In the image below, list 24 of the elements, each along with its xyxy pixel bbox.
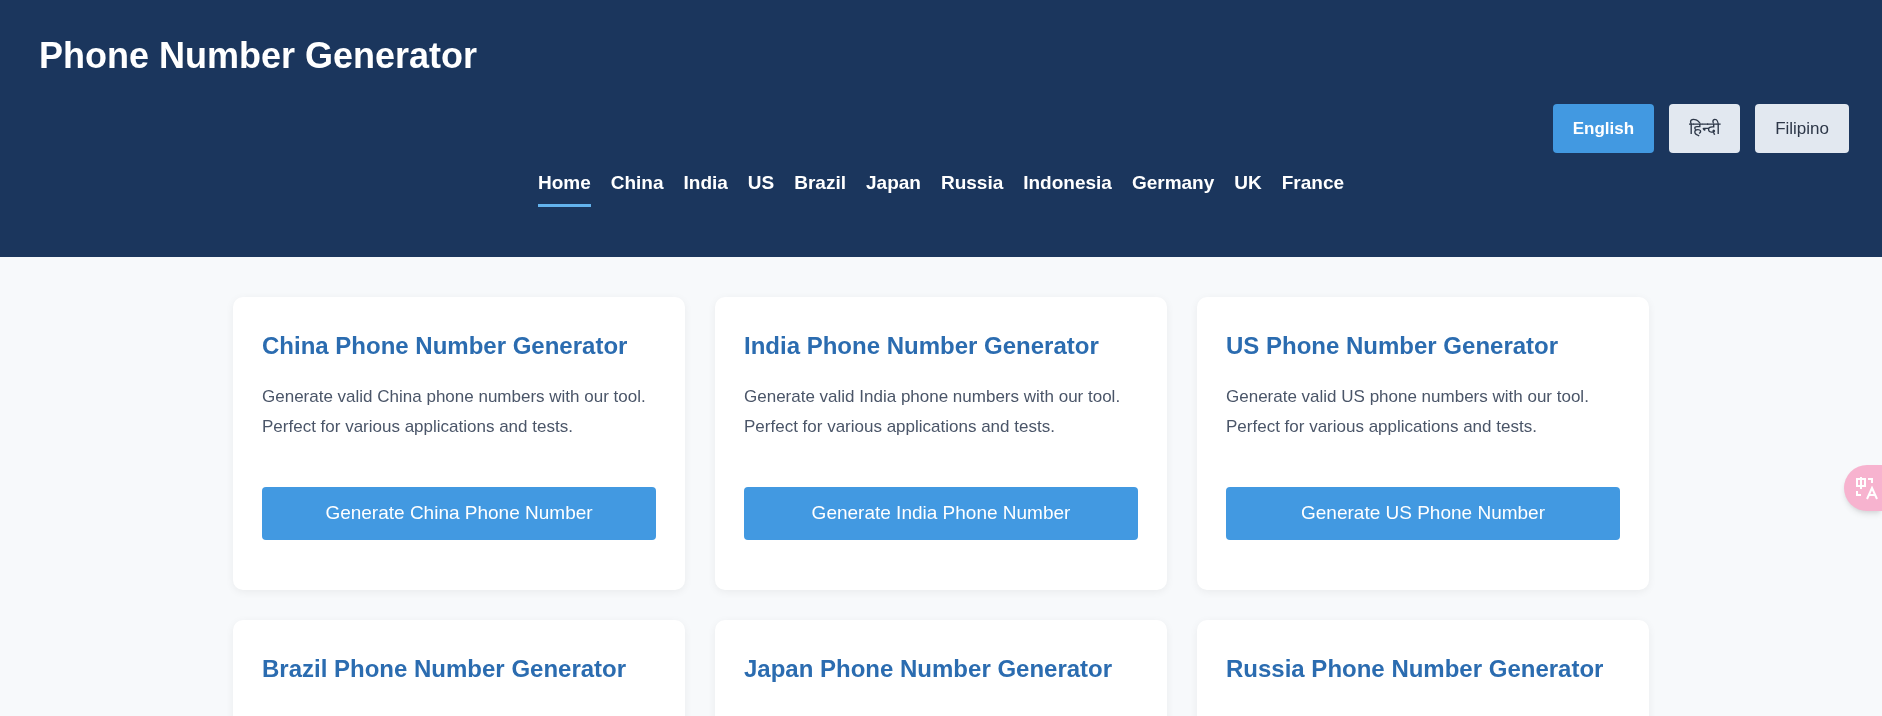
card-description: Generate valid India phone numbers with our tool. Perfect for various applications and tests. bbox=[744, 386, 1122, 438]
language-button[interactable]: Filipino bbox=[1755, 104, 1849, 153]
card-title: China Phone Number Generator bbox=[262, 331, 629, 361]
site-title: Phone Number Generator bbox=[39, 34, 478, 78]
card-title: Brazil Phone Number Generator bbox=[262, 654, 628, 684]
nav-link[interactable]: France bbox=[1281, 165, 1345, 207]
nav-link[interactable]: Brazil bbox=[794, 165, 846, 207]
card-description: Generate valid China phone numbers with our tool. Perfect for various applications and tests. bbox=[262, 386, 647, 438]
nav-link[interactable]: Russia bbox=[940, 165, 1004, 207]
nav-link[interactable]: Japan bbox=[866, 165, 921, 207]
card-title: India Phone Number Generator bbox=[744, 331, 1100, 361]
card-title: Russia Phone Number Generator bbox=[1226, 654, 1605, 684]
nav-link[interactable]: UK bbox=[1234, 165, 1262, 207]
language-button[interactable]: हिन्दी bbox=[1669, 104, 1741, 153]
nav-link[interactable]: US bbox=[747, 165, 775, 207]
card-title: Japan Phone Number Generator bbox=[744, 654, 1114, 684]
nav-link[interactable]: Indonesia bbox=[1023, 165, 1112, 207]
card-title: US Phone Number Generator bbox=[1226, 331, 1560, 361]
nav-link[interactable]: China bbox=[610, 165, 664, 207]
nav-link[interactable]: Home bbox=[537, 165, 591, 207]
nav-link[interactable]: Germany bbox=[1131, 165, 1215, 207]
translate-icon[interactable] bbox=[1844, 465, 1882, 511]
card-description: Generate valid US phone numbers with our tool. Perfect for various applications and tests. bbox=[1226, 386, 1590, 438]
nav-link[interactable]: India bbox=[683, 165, 728, 207]
